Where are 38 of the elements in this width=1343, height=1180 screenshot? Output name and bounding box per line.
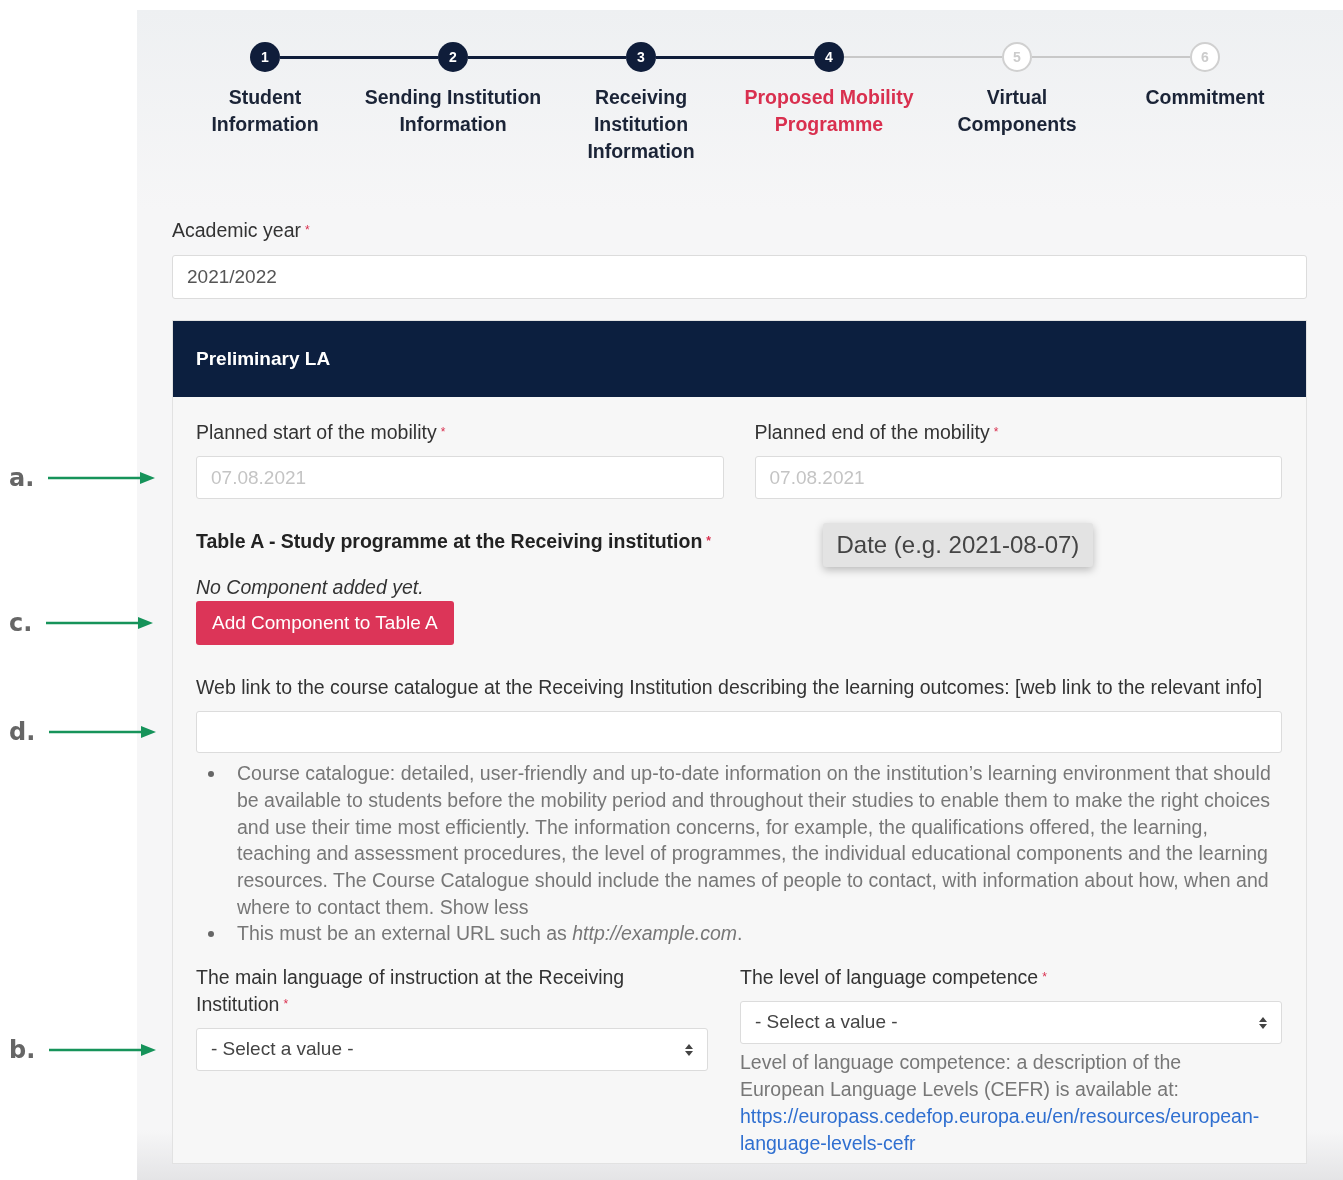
- annotation-label: c.: [9, 608, 33, 640]
- sort-caret-icon: [1259, 1016, 1267, 1029]
- annotation-label: a.: [9, 462, 35, 494]
- help-link[interactable]: https://europass.cedefop.europa.eu/en/resources/european-language-levels-cefr: [740, 1103, 1282, 1158]
- step-label[interactable]: Sending Institution Information: [364, 84, 542, 138]
- bullet-icon: [208, 931, 214, 938]
- step-label[interactable]: Receiving Institution Information: [552, 84, 730, 165]
- annotation-label: d.: [9, 717, 36, 749]
- text-field[interactable]: [196, 711, 1282, 754]
- step-label[interactable]: Proposed Mobility Programme: [740, 84, 918, 138]
- select-field[interactable]: - Select a value -: [740, 1001, 1282, 1045]
- field-label: Planned start of the mobility *: [196, 420, 447, 445]
- sort-caret-icon: [685, 1043, 693, 1056]
- step-label[interactable]: Commitment: [1145, 84, 1265, 111]
- field-label: The main language of instruction at the Receiving Institution *: [196, 965, 626, 1018]
- field-label: Web link to the course catalogue at the Receiving Institution describing the learning outcomes: [web link to the relevant info]: [196, 675, 1264, 701]
- date-field[interactable]: 07.08.2021: [754, 456, 1282, 499]
- step-number: 1: [250, 42, 280, 72]
- field-label: Academic year *: [172, 218, 311, 243]
- help-text: This must be an external URL such as http://example.com.: [237, 921, 743, 947]
- select-field[interactable]: - Select a value -: [196, 1028, 708, 1072]
- text-field[interactable]: 2021/2022: [172, 255, 1307, 299]
- panel-header: Preliminary LA: [173, 321, 1306, 397]
- field-label: The level of language competence *: [740, 965, 1048, 991]
- step-number: 2: [438, 42, 468, 72]
- field-label: Table A - Study programme at the Receiving institution *: [196, 529, 711, 554]
- date-field[interactable]: 07.08.2021: [196, 456, 724, 499]
- step-number: 4: [814, 42, 844, 72]
- tooltip: Date (e.g. 2021-08-07): [822, 523, 1094, 567]
- bullet-icon: [208, 771, 214, 778]
- step-label[interactable]: Student Information: [176, 84, 354, 138]
- step-label[interactable]: Virtual Components: [928, 84, 1106, 138]
- step-number: 3: [626, 42, 656, 72]
- add-component-button[interactable]: Add Component to Table A: [196, 601, 454, 646]
- field-label: Planned end of the mobility *: [754, 420, 1000, 445]
- help-text: Level of language competence: a description of the European Language Levels (CEFR) is available at:: [740, 1050, 1183, 1103]
- empty-message: No Component added yet.: [196, 575, 425, 601]
- annotation-label: b.: [9, 1034, 36, 1066]
